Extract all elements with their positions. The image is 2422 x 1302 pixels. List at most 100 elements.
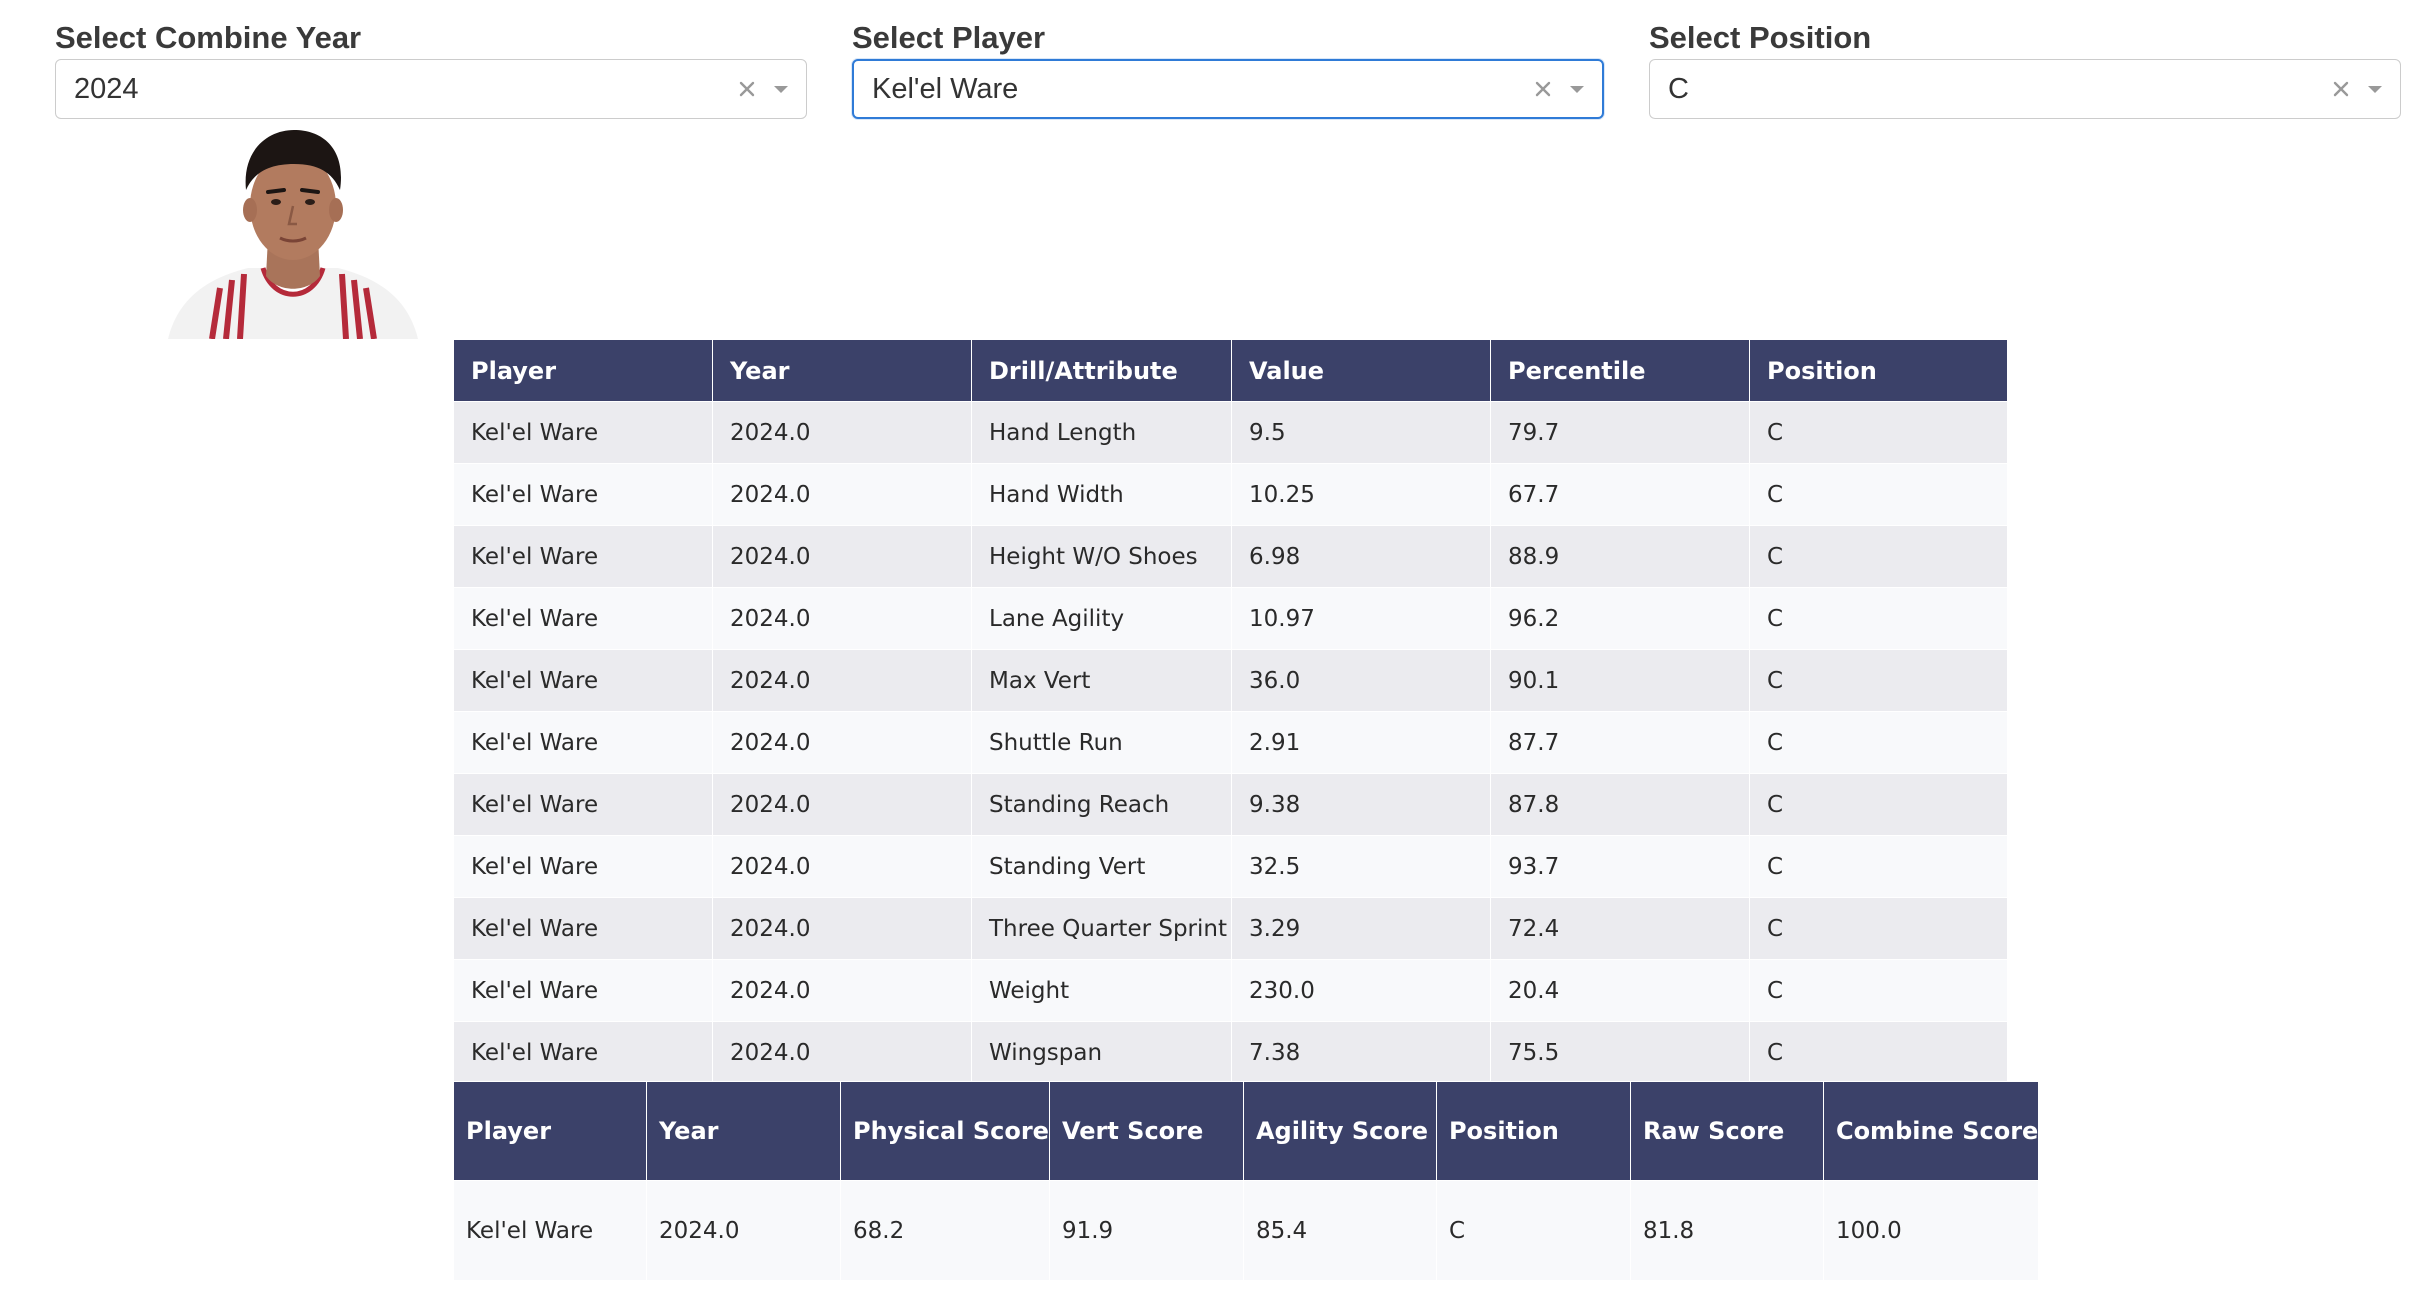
cell-position: C xyxy=(1435,1180,1631,1281)
cell-value: 10.97 xyxy=(1231,587,1491,650)
position-dropdown[interactable]: C xyxy=(1649,59,2401,119)
close-icon[interactable] xyxy=(1532,78,1554,100)
cell-drill-attribute: Three Quarter Sprint xyxy=(971,897,1232,960)
column-header-drill-attribute[interactable]: Drill/Attribute xyxy=(971,339,1232,402)
cell-drill-attribute: Max Vert xyxy=(971,649,1232,712)
table-row: Kel'el Ware 2024.0 Max Vert 36.0 90.1 C xyxy=(453,649,2008,712)
cell-value: 32.5 xyxy=(1231,835,1491,898)
close-icon[interactable] xyxy=(2330,78,2352,100)
cell-year: 2024.0 xyxy=(712,401,972,464)
cell-agility-score: 85.4 xyxy=(1242,1180,1437,1281)
table-row: Kel'el Ware 2024.0 Shuttle Run 2.91 87.7 C xyxy=(453,711,2008,774)
cell-player: Kel'el Ware xyxy=(453,649,713,712)
cell-position: C xyxy=(1749,401,2008,464)
cell-vert-score: 91.9 xyxy=(1048,1180,1244,1281)
cell-drill-attribute: Weight xyxy=(971,959,1232,1022)
cell-percentile: 90.1 xyxy=(1490,649,1750,712)
cell-year: 2024.0 xyxy=(712,525,972,588)
cell-physical-score: 68.2 xyxy=(840,1180,1050,1281)
column-header-vert-score[interactable]: Vert Score xyxy=(1048,1081,1244,1181)
cell-percentile: 87.7 xyxy=(1490,711,1750,774)
table-row: Kel'el Ware 2024.0 Three Quarter Sprint 3.2… xyxy=(453,897,2008,960)
position-dropdown-value: C xyxy=(1668,72,1689,105)
cell-value: 10.25 xyxy=(1231,463,1491,526)
position-filter-label: Select Position xyxy=(1649,20,1872,55)
cell-player: Kel'el Ware xyxy=(453,897,713,960)
cell-player: Kel'el Ware xyxy=(453,525,713,588)
cell-position: C xyxy=(1749,1021,2008,1084)
cell-value: 7.38 xyxy=(1231,1021,1491,1084)
cell-position: C xyxy=(1749,463,2008,526)
column-header-year[interactable]: Year xyxy=(646,1081,841,1181)
cell-percentile: 93.7 xyxy=(1490,835,1750,898)
cell-year: 2024.0 xyxy=(712,835,972,898)
cell-position: C xyxy=(1749,773,2008,836)
attributes-table-container: Player Year Drill/Attribute Value Percentile… xyxy=(453,339,2008,1084)
column-header-combine-score[interactable]: Combine Score xyxy=(1822,1081,2040,1181)
cell-position: C xyxy=(1749,897,2008,960)
player-dropdown[interactable]: Kel'el Ware xyxy=(852,59,1604,119)
cell-year: 2024.0 xyxy=(646,1180,841,1281)
cell-year: 2024.0 xyxy=(712,959,972,1022)
cell-player: Kel'el Ware xyxy=(453,711,713,774)
table-row: Kel'el Ware 2024.0 Standing Reach 9.38 87.8 C xyxy=(453,773,2008,836)
cell-drill-attribute: Shuttle Run xyxy=(971,711,1232,774)
table-row: Kel'el Ware 2024.0 Hand Length 9.5 79.7 C xyxy=(453,401,2008,464)
cell-year: 2024.0 xyxy=(712,1021,972,1084)
cell-value: 3.29 xyxy=(1231,897,1491,960)
scores-table: Player Year Physical Score Vert Score Agilit… xyxy=(453,1081,2040,1281)
cell-position: C xyxy=(1749,711,2008,774)
cell-year: 2024.0 xyxy=(712,463,972,526)
cell-percentile: 96.2 xyxy=(1490,587,1750,650)
cell-value: 9.5 xyxy=(1231,401,1491,464)
header-row: Player Year Physical Score Vert Score Agilit… xyxy=(453,1081,2040,1181)
chevron-down-icon[interactable] xyxy=(1566,78,1588,100)
cell-player: Kel'el Ware xyxy=(453,835,713,898)
cell-percentile: 88.9 xyxy=(1490,525,1750,588)
attributes-table: Player Year Drill/Attribute Value Percentile… xyxy=(453,339,2008,1084)
cell-value: 36.0 xyxy=(1231,649,1491,712)
column-header-physical-score[interactable]: Physical Score xyxy=(840,1081,1050,1181)
column-header-year[interactable]: Year xyxy=(712,339,972,402)
year-filter: Select Combine Year 2024 xyxy=(55,18,807,119)
column-header-percentile[interactable]: Percentile xyxy=(1490,339,1750,402)
player-headshot xyxy=(168,128,418,339)
player-filter-label: Select Player xyxy=(852,20,1046,55)
table-row: Kel'el Ware 2024.0 Hand Width 10.25 67.7 C xyxy=(453,463,2008,526)
chevron-down-icon[interactable] xyxy=(770,78,792,100)
cell-player: Kel'el Ware xyxy=(453,1180,647,1281)
cell-player: Kel'el Ware xyxy=(453,773,713,836)
cell-player: Kel'el Ware xyxy=(453,959,713,1022)
table-row: Kel'el Ware 2024.0 Height W/O Shoes 6.98 88.… xyxy=(453,525,2008,588)
column-header-value[interactable]: Value xyxy=(1231,339,1491,402)
cell-raw-score: 81.8 xyxy=(1629,1180,1824,1281)
score-row: Kel'el Ware 2024.0 68.2 91.9 85.4 C 81.8 100.0 xyxy=(453,1180,2040,1281)
cell-year: 2024.0 xyxy=(712,711,972,774)
position-filter: Select Position C xyxy=(1649,18,2401,119)
cell-year: 2024.0 xyxy=(712,773,972,836)
cell-percentile: 72.4 xyxy=(1490,897,1750,960)
player-dropdown-value: Kel'el Ware xyxy=(872,72,1019,105)
cell-drill-attribute: Lane Agility xyxy=(971,587,1232,650)
cell-percentile: 87.8 xyxy=(1490,773,1750,836)
column-header-agility-score[interactable]: Agility Score xyxy=(1242,1081,1437,1181)
cell-drill-attribute: Standing Reach xyxy=(971,773,1232,836)
cell-position: C xyxy=(1749,525,2008,588)
close-icon[interactable] xyxy=(736,78,758,100)
cell-year: 2024.0 xyxy=(712,897,972,960)
table-row: Kel'el Ware 2024.0 Lane Agility 10.97 96.2 C xyxy=(453,587,2008,650)
cell-player: Kel'el Ware xyxy=(453,587,713,650)
column-header-raw-score[interactable]: Raw Score xyxy=(1629,1081,1824,1181)
year-dropdown[interactable]: 2024 xyxy=(55,59,807,119)
column-header-position[interactable]: Position xyxy=(1749,339,2008,402)
cell-drill-attribute: Height W/O Shoes xyxy=(971,525,1232,588)
column-header-position[interactable]: Position xyxy=(1435,1081,1631,1181)
cell-percentile: 67.7 xyxy=(1490,463,1750,526)
cell-position: C xyxy=(1749,587,2008,650)
column-header-player[interactable]: Player xyxy=(453,1081,647,1181)
chevron-down-icon[interactable] xyxy=(2364,78,2386,100)
cell-player: Kel'el Ware xyxy=(453,401,713,464)
column-header-player[interactable]: Player xyxy=(453,339,713,402)
cell-percentile: 20.4 xyxy=(1490,959,1750,1022)
cell-value: 230.0 xyxy=(1231,959,1491,1022)
